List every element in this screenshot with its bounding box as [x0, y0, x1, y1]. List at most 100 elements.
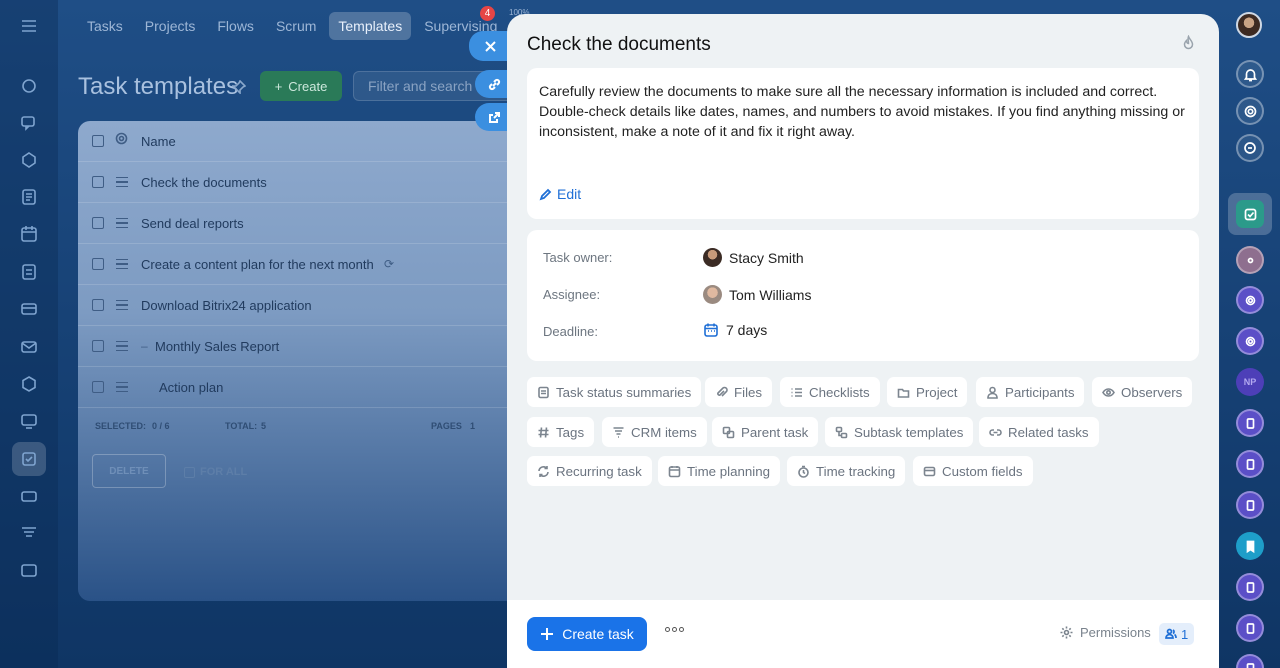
docs-icon[interactable]: [19, 187, 39, 207]
more-options-button[interactable]: [665, 627, 684, 632]
chip-files[interactable]: Files: [705, 377, 773, 407]
chip-tags[interactable]: Tags: [527, 417, 595, 447]
row-checkbox[interactable]: [92, 258, 104, 270]
collapse-icon[interactable]: –: [141, 339, 148, 353]
rail-chat-5[interactable]: [1236, 614, 1264, 642]
gear-icon[interactable]: [115, 132, 128, 150]
tab-projects[interactable]: Projects: [136, 12, 205, 40]
tab-templates[interactable]: Templates: [329, 12, 412, 40]
row-checkbox[interactable]: [92, 217, 104, 229]
tab-flows[interactable]: Flows: [208, 12, 263, 40]
create-template-button[interactable]: + Create: [260, 71, 342, 101]
rail-chat-6[interactable]: [1236, 654, 1264, 668]
automation-icon[interactable]: [19, 374, 39, 394]
filter-rail-icon[interactable]: [19, 523, 39, 543]
rail-contact-3[interactable]: [1236, 327, 1264, 355]
chip-task-status-summaries[interactable]: Task status summaries: [527, 377, 702, 407]
user-avatar[interactable]: [1236, 12, 1262, 38]
mail-icon[interactable]: [19, 337, 39, 357]
drag-handle-icon[interactable]: [116, 177, 128, 187]
owner-value[interactable]: Stacy Smith: [703, 248, 804, 267]
drag-handle-icon[interactable]: [116, 218, 128, 228]
rail-chat-3[interactable]: [1236, 491, 1264, 519]
chip-recurring-task[interactable]: Recurring task: [527, 456, 652, 486]
tab-tasks[interactable]: Tasks: [78, 12, 132, 40]
table-row[interactable]: Action plan: [78, 367, 518, 408]
feed-icon[interactable]: [19, 76, 39, 96]
chip-related-tasks[interactable]: Related tasks: [979, 417, 1099, 447]
chip-label: Tags: [556, 424, 585, 440]
rail-contact-2[interactable]: [1236, 286, 1264, 314]
assignee-value[interactable]: Tom Williams: [703, 285, 811, 304]
rail-contact-np[interactable]: NP: [1236, 368, 1264, 396]
copilot-button[interactable]: [1236, 97, 1264, 125]
tab-scrum[interactable]: Scrum: [267, 12, 325, 40]
column-name-header[interactable]: Name: [141, 134, 176, 149]
chip-participants[interactable]: Participants: [976, 377, 1085, 407]
row-title[interactable]: Create a content plan for the next month: [141, 257, 374, 272]
row-checkbox[interactable]: [92, 176, 104, 188]
permissions-button[interactable]: Permissions: [1059, 625, 1151, 640]
row-checkbox[interactable]: [92, 299, 104, 311]
related-link-icon: [989, 428, 1002, 436]
table-row[interactable]: Download Bitrix24 application: [78, 285, 518, 326]
for-all-checkbox[interactable]: FOR ALL: [184, 466, 247, 478]
contact-center-icon[interactable]: [19, 411, 39, 431]
drag-handle-icon[interactable]: [116, 382, 128, 392]
chip-checklists[interactable]: Checklists: [780, 377, 880, 407]
table-row[interactable]: – Monthly Sales Report: [78, 326, 518, 367]
edit-link[interactable]: Edit: [539, 186, 581, 202]
rail-chat-1[interactable]: [1236, 409, 1264, 437]
deadline-text[interactable]: 7 days: [726, 322, 767, 338]
drag-handle-icon[interactable]: [116, 300, 128, 310]
deadline-value[interactable]: 7 days: [703, 322, 767, 338]
table-row[interactable]: Check the documents: [78, 162, 518, 203]
row-title[interactable]: Monthly Sales Report: [155, 339, 279, 354]
drag-handle-icon[interactable]: [116, 259, 128, 269]
owner-name[interactable]: Stacy Smith: [729, 250, 804, 266]
rail-contact-1[interactable]: [1236, 246, 1264, 274]
store-icon[interactable]: [19, 560, 39, 580]
search-chat-button[interactable]: [1236, 134, 1264, 162]
row-checkbox[interactable]: [92, 340, 104, 352]
drag-handle-icon[interactable]: [116, 341, 128, 351]
chip-time-tracking[interactable]: Time tracking: [787, 456, 906, 486]
chip-time-planning[interactable]: Time planning: [658, 456, 781, 486]
for-all-box[interactable]: [184, 466, 195, 478]
chip-parent-task[interactable]: Parent task: [712, 417, 819, 447]
row-title[interactable]: Action plan: [159, 380, 223, 395]
create-task-button[interactable]: Create task: [527, 617, 647, 651]
menu-icon[interactable]: [19, 16, 39, 36]
select-all-checkbox[interactable]: [92, 135, 104, 147]
assignee-name[interactable]: Tom Williams: [729, 287, 811, 303]
chip-custom-fields[interactable]: Custom fields: [913, 456, 1033, 486]
rail-chat-2[interactable]: [1236, 450, 1264, 478]
pin-icon[interactable]: [231, 79, 247, 99]
chip-observers[interactable]: Observers: [1092, 377, 1193, 407]
sites-icon[interactable]: [19, 299, 39, 319]
calendar-icon[interactable]: [19, 224, 39, 244]
chip-project[interactable]: Project: [887, 377, 968, 407]
row-title[interactable]: Check the documents: [141, 175, 267, 190]
tasks-icon[interactable]: [19, 449, 39, 469]
close-icon: [484, 40, 496, 52]
rail-chat-4[interactable]: [1236, 573, 1264, 601]
drive-icon[interactable]: [19, 262, 39, 282]
chip-subtask-templates[interactable]: Subtask templates: [825, 417, 974, 447]
table-row[interactable]: Create a content plan for the next month…: [78, 244, 518, 285]
rail-bookmark[interactable]: [1236, 532, 1264, 560]
row-title[interactable]: Send deal reports: [141, 216, 244, 231]
inventory-icon[interactable]: [19, 486, 39, 506]
row-title[interactable]: Download Bitrix24 application: [141, 298, 312, 313]
row-checkbox[interactable]: [92, 381, 104, 393]
crm-icon[interactable]: [19, 150, 39, 170]
chip-crm-items[interactable]: CRM items: [602, 417, 707, 447]
table-row[interactable]: Send deal reports: [78, 203, 518, 244]
chat-icon[interactable]: [19, 113, 39, 133]
permissions-count-badge[interactable]: 1: [1159, 623, 1195, 645]
notifications-button[interactable]: [1236, 60, 1264, 88]
delete-button[interactable]: DELETE: [92, 454, 166, 488]
tasks-rail-button[interactable]: [1236, 200, 1264, 228]
close-slider-button[interactable]: [469, 31, 511, 61]
flame-icon[interactable]: [1180, 34, 1197, 57]
